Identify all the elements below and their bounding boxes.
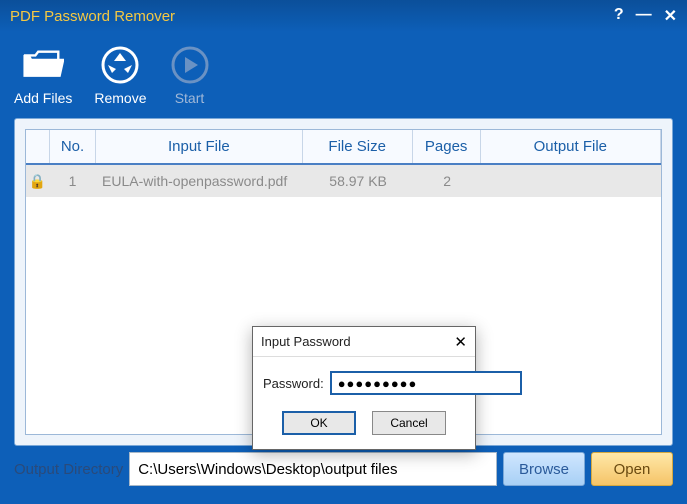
lock-cell: 🔒 bbox=[26, 165, 50, 197]
add-files-label: Add Files bbox=[14, 90, 72, 106]
pages-cell: 2 bbox=[414, 165, 482, 197]
file-table: No. Input File File Size Pages Output Fi… bbox=[25, 129, 662, 435]
remove-button[interactable]: Remove bbox=[94, 44, 146, 106]
toolbar: Add Files Remove Start bbox=[0, 32, 687, 118]
minimize-button[interactable]: — bbox=[636, 6, 652, 26]
dialog-title: Input Password bbox=[261, 334, 454, 349]
remove-label: Remove bbox=[94, 90, 146, 106]
ok-button[interactable]: OK bbox=[282, 411, 356, 435]
table-header: No. Input File File Size Pages Output Fi… bbox=[26, 130, 661, 165]
main-window: PDF Password Remover ? — ✕ Add Files Rem… bbox=[0, 0, 687, 504]
window-title: PDF Password Remover bbox=[10, 8, 614, 25]
password-input[interactable] bbox=[330, 371, 522, 395]
dialog-body: Password: bbox=[253, 357, 475, 401]
dialog-close-button[interactable]: ✕ bbox=[454, 333, 467, 351]
start-label: Start bbox=[175, 90, 205, 106]
password-dialog: Input Password ✕ Password: OK Cancel bbox=[252, 326, 476, 450]
dialog-titlebar: Input Password ✕ bbox=[253, 327, 475, 357]
output-file-cell bbox=[482, 165, 661, 197]
col-no-header[interactable]: No. bbox=[50, 130, 96, 163]
output-directory-input[interactable] bbox=[129, 452, 497, 486]
file-size-cell: 58.97 KB bbox=[304, 165, 414, 197]
col-size-header[interactable]: File Size bbox=[303, 130, 413, 163]
lock-icon: 🔒 bbox=[29, 173, 46, 190]
password-label: Password: bbox=[263, 376, 324, 391]
cancel-button[interactable]: Cancel bbox=[372, 411, 446, 435]
col-output-header[interactable]: Output File bbox=[481, 130, 661, 163]
output-directory-label: Output Directory bbox=[14, 461, 123, 478]
titlebar: PDF Password Remover ? — ✕ bbox=[0, 0, 687, 32]
col-pages-header[interactable]: Pages bbox=[413, 130, 481, 163]
dialog-buttons: OK Cancel bbox=[253, 401, 475, 449]
output-row: Output Directory Browse Open bbox=[14, 452, 673, 486]
open-button[interactable]: Open bbox=[591, 452, 673, 486]
col-lock-header bbox=[26, 130, 50, 163]
browse-button[interactable]: Browse bbox=[503, 452, 585, 486]
add-files-button[interactable]: Add Files bbox=[14, 44, 72, 106]
table-row[interactable]: 🔒 1 EULA-with-openpassword.pdf 58.97 KB … bbox=[26, 165, 661, 197]
input-file-cell: EULA-with-openpassword.pdf bbox=[96, 165, 304, 197]
help-button[interactable]: ? bbox=[614, 6, 624, 26]
content-panel: No. Input File File Size Pages Output Fi… bbox=[14, 118, 673, 446]
folder-open-icon bbox=[22, 44, 64, 86]
no-cell: 1 bbox=[50, 165, 96, 197]
recycle-icon bbox=[99, 44, 141, 86]
play-icon bbox=[169, 44, 211, 86]
window-controls: ? — ✕ bbox=[614, 6, 677, 26]
start-button[interactable]: Start bbox=[169, 44, 211, 106]
close-button[interactable]: ✕ bbox=[664, 6, 677, 26]
col-input-header[interactable]: Input File bbox=[96, 130, 303, 163]
